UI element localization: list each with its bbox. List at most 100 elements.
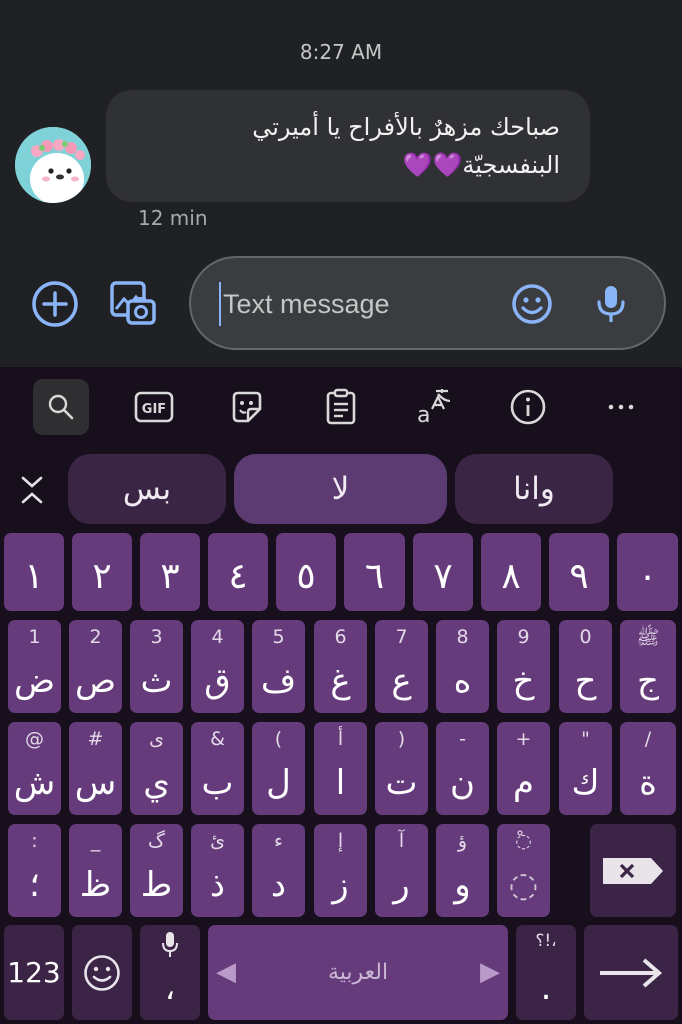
key-label: ٨ xyxy=(501,556,521,597)
key-label: ل xyxy=(266,763,291,803)
key-arabic-1[interactable]: ١ xyxy=(4,533,64,611)
key-label: ٩ xyxy=(569,556,589,597)
compose-box[interactable] xyxy=(189,256,666,350)
key-hha[interactable]: 0ح xyxy=(559,620,612,713)
key-arabic-3[interactable]: ٣ xyxy=(140,533,200,611)
key-arabic-6[interactable]: ٦ xyxy=(344,533,405,611)
key-ta-marbuta[interactable]: / ة xyxy=(620,722,676,815)
backspace-key[interactable] xyxy=(590,824,676,917)
key-tta[interactable]: گط xyxy=(130,824,183,917)
suggestion-right[interactable]: وانا xyxy=(455,454,613,524)
key-dha[interactable]: _ ظ xyxy=(69,824,122,917)
message-bubble[interactable]: صباحك مزهرٌ بالأفراح يا أميرتي البنفسجيّ… xyxy=(106,90,590,202)
compose-row xyxy=(0,256,682,350)
key-hint: _ xyxy=(90,830,101,852)
key-hint: & xyxy=(210,728,225,750)
key-hint: # xyxy=(87,728,104,750)
key-ya[interactable]: ىي xyxy=(130,722,183,815)
comma-voice-key[interactable]: ، xyxy=(140,925,200,1020)
key-lam[interactable]: (ل xyxy=(252,722,305,815)
key-diacritics[interactable]: ◌ْ ◌ xyxy=(497,824,550,917)
key-qaf[interactable]: 4ق xyxy=(191,620,244,713)
collapse-icon xyxy=(21,476,43,504)
period-key[interactable]: ؟!، . xyxy=(516,925,576,1020)
key-arabic-4[interactable]: ٤ xyxy=(208,533,268,611)
key-arabic-0[interactable]: ٠ xyxy=(617,533,678,611)
key-arabic-8[interactable]: ٨ xyxy=(481,533,541,611)
key-label: ٧ xyxy=(433,556,453,597)
key-hint: ◌ْ xyxy=(515,830,532,852)
gallery-icon xyxy=(110,281,156,325)
key-hint: ؤ xyxy=(457,830,468,852)
key-label: ٥ xyxy=(296,556,316,597)
key-sin[interactable]: # س xyxy=(69,722,122,815)
space-bar[interactable]: ◀ العربية ▶ xyxy=(208,925,508,1020)
enter-key[interactable] xyxy=(584,925,678,1020)
gallery-button[interactable] xyxy=(108,279,158,329)
key-semicolon[interactable]: : ؛ xyxy=(8,824,61,917)
key-dal[interactable]: ءد xyxy=(252,824,305,917)
key-ghain[interactable]: 6غ xyxy=(314,620,367,713)
key-jim[interactable]: ﷺج xyxy=(620,620,676,713)
keyboard-search-button[interactable] xyxy=(33,379,89,435)
text-message-input[interactable] xyxy=(219,282,489,326)
key-zay[interactable]: إز xyxy=(314,824,367,917)
key-ta[interactable]: ) ت xyxy=(375,722,428,815)
voice-input-button[interactable] xyxy=(591,283,631,325)
add-attachment-button[interactable] xyxy=(30,279,80,329)
key-kaf[interactable]: " ك xyxy=(559,722,612,815)
key-label: ي xyxy=(143,763,170,803)
suggestion-left[interactable]: بس xyxy=(68,454,226,524)
info-icon xyxy=(510,389,546,425)
emoji-icon xyxy=(84,954,120,991)
key-ra[interactable]: آر xyxy=(375,824,428,917)
contact-avatar[interactable] xyxy=(15,127,91,203)
key-hint: ( xyxy=(274,728,283,750)
key-fa[interactable]: 5ف xyxy=(252,620,305,713)
key-hint: إ xyxy=(337,830,344,852)
key-dad[interactable]: 1ض xyxy=(8,620,61,713)
key-hint: ؟!، xyxy=(535,931,557,951)
key-label: ش xyxy=(13,763,56,803)
key-hint: / xyxy=(644,728,652,750)
key-ha[interactable]: 8ه xyxy=(436,620,489,713)
translate-button[interactable]: a xyxy=(406,379,462,435)
key-hint: 0 xyxy=(579,626,592,648)
key-ain[interactable]: 7ع xyxy=(375,620,428,713)
key-arabic-7[interactable]: ٧ xyxy=(413,533,473,611)
gif-button[interactable]: GIF xyxy=(126,379,182,435)
key-tha[interactable]: 3ث xyxy=(130,620,183,713)
key-hint: 2 xyxy=(89,626,102,648)
key-ba[interactable]: & ب xyxy=(191,722,244,815)
key-arabic-5[interactable]: ٥ xyxy=(276,533,336,611)
key-label: ؛ xyxy=(29,865,40,905)
collapse-suggestions-button[interactable] xyxy=(14,472,50,508)
key-hint: 7 xyxy=(395,626,408,648)
key-dhal[interactable]: ئذ xyxy=(191,824,244,917)
key-mim[interactable]: + م xyxy=(497,722,550,815)
key-hint: " xyxy=(581,728,590,750)
conversation-area: 8:27 AM صباحك مزهرٌ بالأفراح يا أميرتي ا… xyxy=(0,0,682,367)
key-label: ك xyxy=(571,763,600,803)
clipboard-button[interactable] xyxy=(313,379,369,435)
cursor-right-arrow-icon: ▶ xyxy=(480,957,500,987)
key-shin[interactable]: @ ش xyxy=(8,722,61,815)
emoji-key-icon-wrap xyxy=(72,925,132,1020)
key-label: ◌ xyxy=(508,865,539,905)
key-alif[interactable]: أا xyxy=(314,722,367,815)
symbols-key[interactable]: 123 xyxy=(4,925,64,1020)
more-options-button[interactable] xyxy=(593,379,649,435)
emoji-key[interactable] xyxy=(72,925,132,1020)
key-nun[interactable]: -ن xyxy=(436,722,489,815)
suggestion-center[interactable]: لا xyxy=(234,454,447,524)
key-label: . xyxy=(540,968,552,1008)
key-waw[interactable]: ؤو xyxy=(436,824,489,917)
key-arabic-9[interactable]: ٩ xyxy=(549,533,609,611)
key-kha[interactable]: 9خ xyxy=(497,620,550,713)
info-button[interactable] xyxy=(500,379,556,435)
sticker-button[interactable] xyxy=(219,379,275,435)
emoji-button[interactable] xyxy=(511,283,553,325)
key-sad[interactable]: 2ص xyxy=(69,620,122,713)
key-arabic-2[interactable]: ٢ xyxy=(72,533,132,611)
space-bar-language-label: العربية xyxy=(327,960,389,985)
